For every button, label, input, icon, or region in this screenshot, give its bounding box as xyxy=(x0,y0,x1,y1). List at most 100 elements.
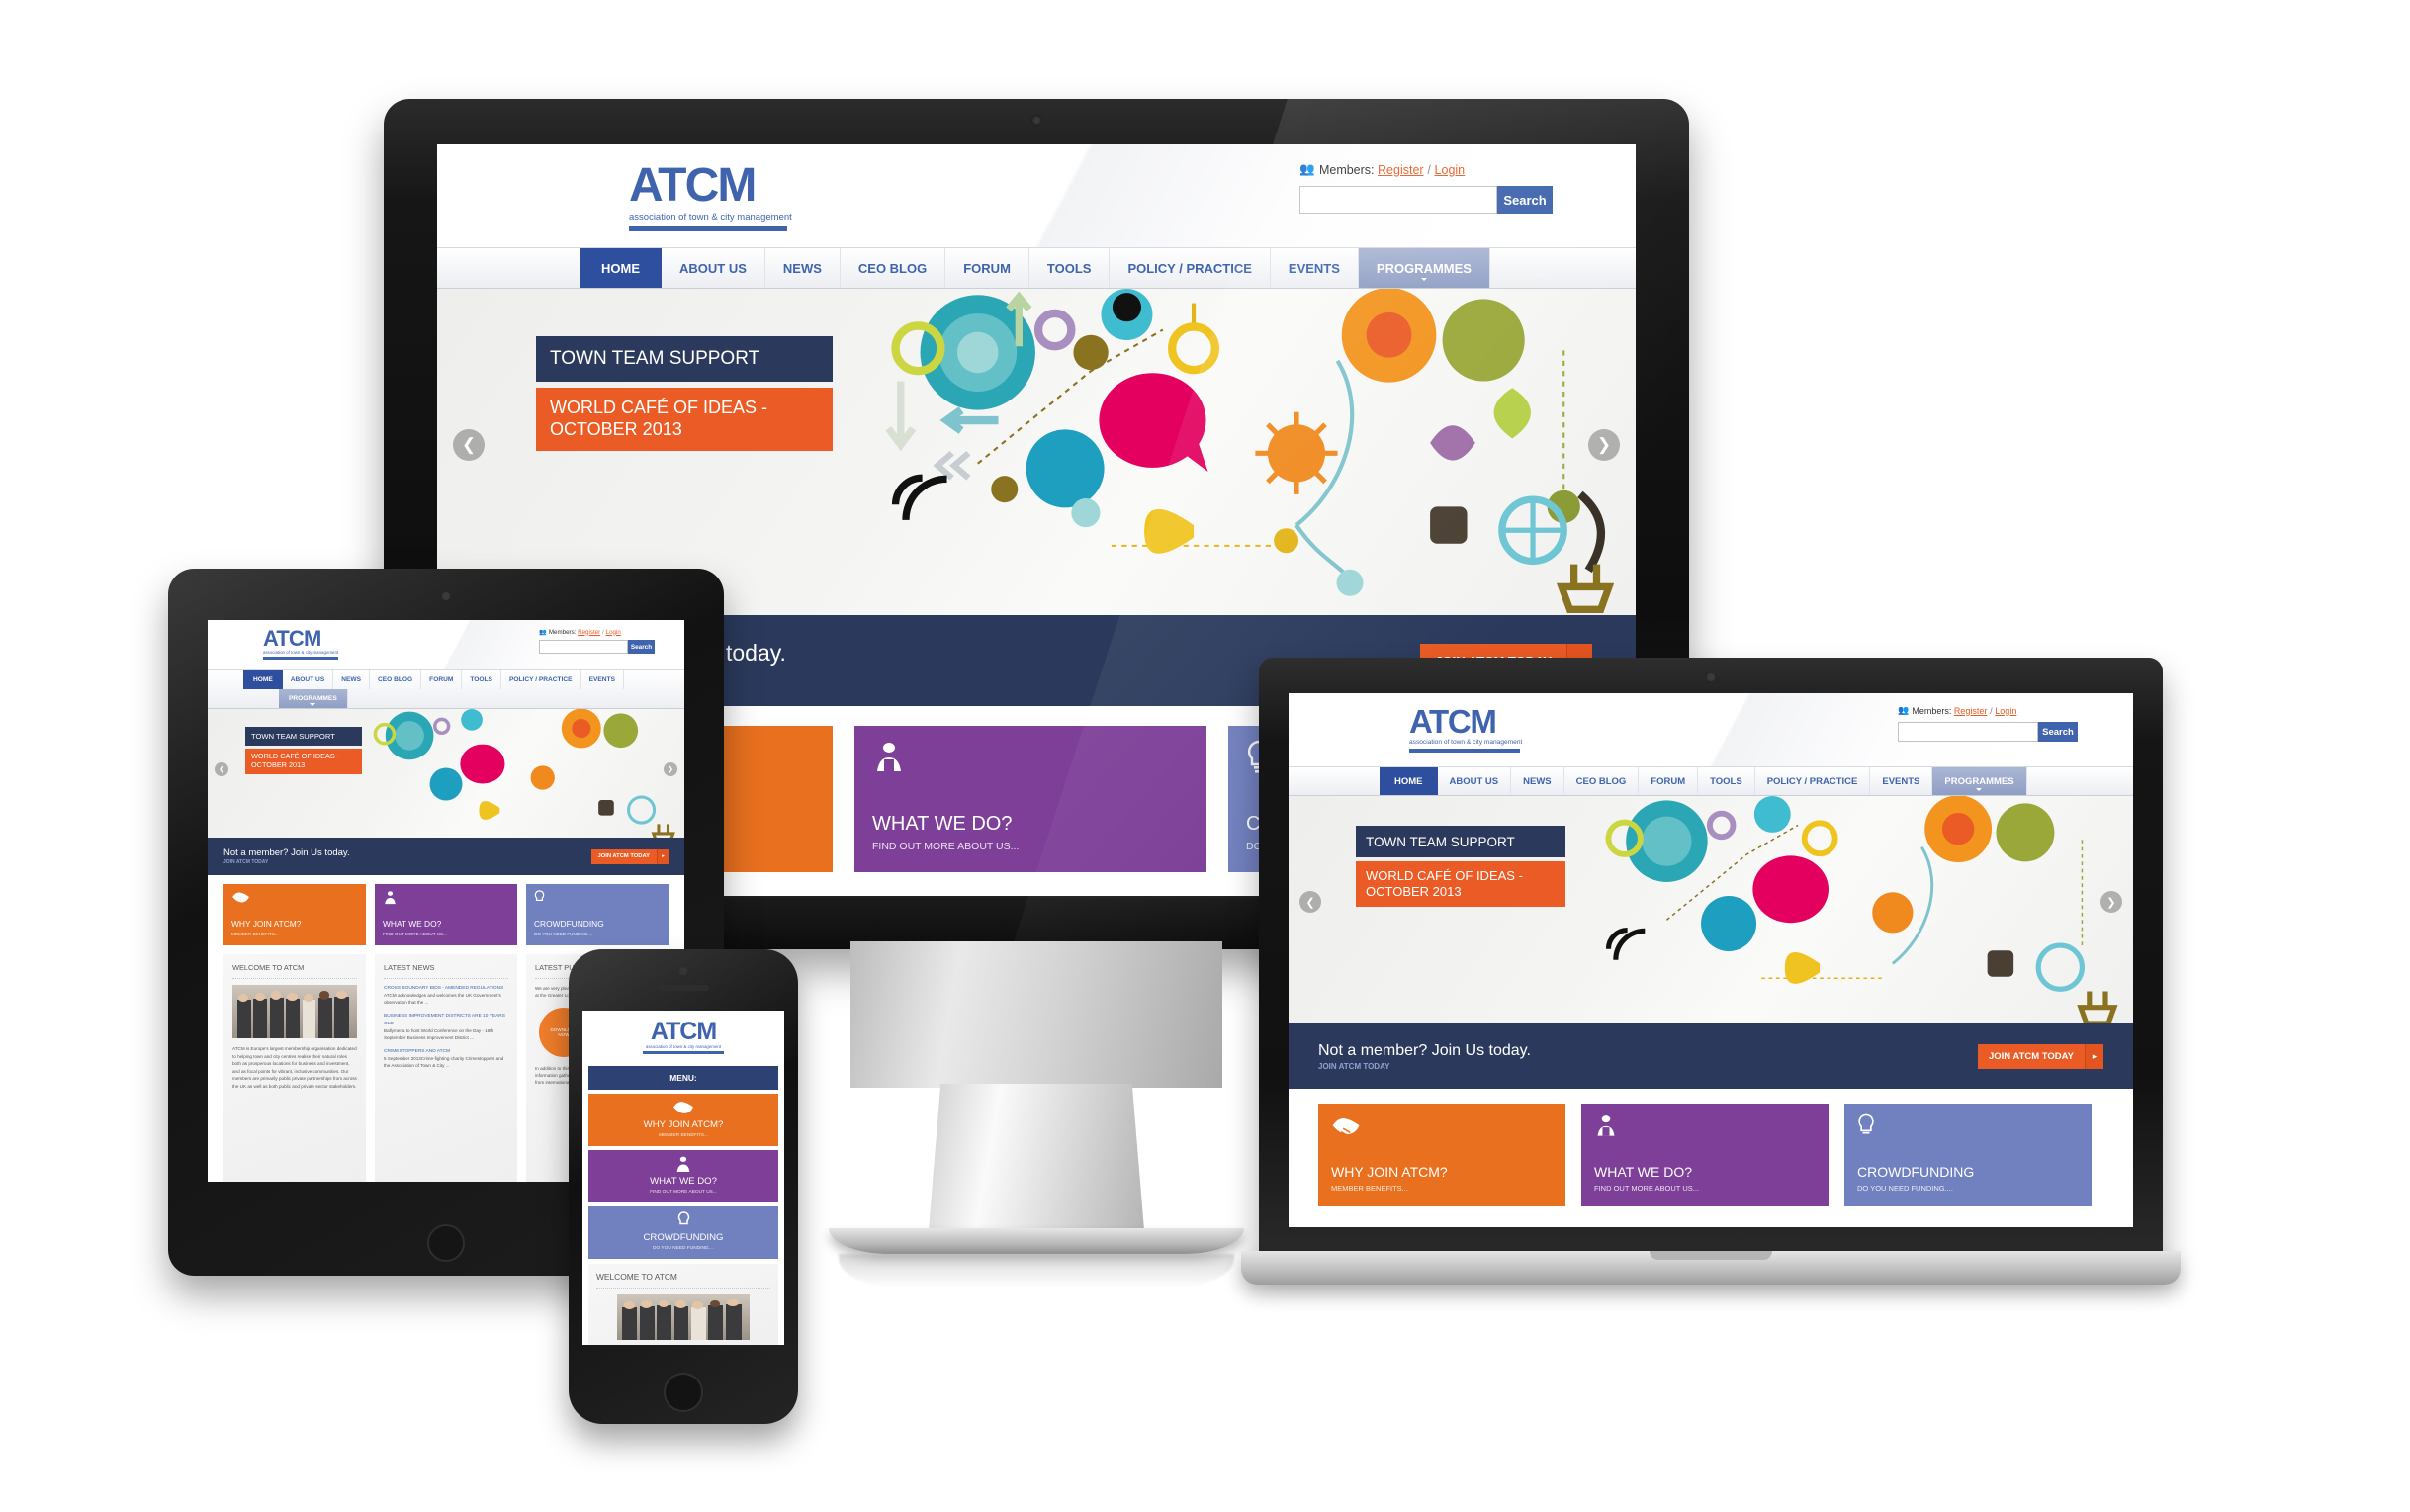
nav-item-events[interactable]: EVENTS xyxy=(1870,767,1933,795)
news-item[interactable]: CROSS BOUNDARY BIDS - AMENDED REGULATION… xyxy=(384,985,508,1006)
nav-item-policy-practice[interactable]: POLICY / PRACTICE xyxy=(1755,767,1871,795)
column-heading: LATEST NEWS xyxy=(384,963,435,972)
nav-item-forum[interactable]: FORUM xyxy=(421,670,463,689)
nav-item-home[interactable]: HOME xyxy=(243,670,283,689)
site-logo[interactable]: ATCM association of town & city manageme… xyxy=(643,1017,724,1054)
hero-next-button[interactable]: ❯ xyxy=(2100,891,2122,913)
card-what-we-do[interactable]: WHAT WE DO? FIND OUT MORE ABOUT US... xyxy=(588,1150,778,1202)
lightbulb-icon xyxy=(534,890,545,902)
tablet-camera-icon xyxy=(442,592,450,600)
search-input[interactable] xyxy=(539,640,628,654)
card-crowdfunding[interactable]: CROWDFUNDING DO YOU NEED FUNDING.... xyxy=(1844,1104,2092,1206)
register-link[interactable]: Register xyxy=(578,629,600,636)
nav-item-programmes[interactable]: PROGRAMMES xyxy=(1932,767,2027,795)
cta-headline: Not a member? Join Us today. xyxy=(223,847,350,858)
imac-stem xyxy=(928,1084,1145,1242)
nav-item-programmes[interactable]: PROGRAMMES xyxy=(1358,248,1490,288)
search-input[interactable] xyxy=(1898,722,2038,742)
site-logo[interactable]: ATCM association of town & city manageme… xyxy=(629,162,792,231)
card-what-we-do[interactable]: WHAT WE DO? FIND OUT MORE ABOUT US... xyxy=(375,884,517,945)
hero-prev-button[interactable]: ❮ xyxy=(453,429,485,461)
nav-item-ceo-blog[interactable]: CEO BLOG xyxy=(370,670,422,689)
hero-band-title: TOWN TEAM SUPPORT xyxy=(245,727,362,746)
news-item-title: BUSINESS IMPROVEMENT DISTRICTS ARE 10 YE… xyxy=(384,1014,505,1026)
search-button[interactable]: Search xyxy=(1497,186,1553,214)
news-item[interactable]: BUSINESS IMPROVEMENT DISTRICTS ARE 10 YE… xyxy=(384,1013,508,1041)
nav-item-news[interactable]: NEWS xyxy=(765,248,841,288)
nav-item-about-us[interactable]: ABOUT US xyxy=(1438,767,1512,795)
search-row: Search xyxy=(539,640,655,654)
main-nav: HOME ABOUT US NEWS CEO BLOG FORUM TOOLS … xyxy=(1289,766,2133,796)
join-atcm-button-label: JOIN ATCM TODAY xyxy=(590,848,657,864)
card-why-join-atcm[interactable]: WHY JOIN ATCM? MEMBER BENEFITS... xyxy=(1318,1104,1565,1206)
login-link[interactable]: Login xyxy=(606,629,621,636)
logo-tagline: association of town & city management xyxy=(629,212,792,222)
nav-item-forum[interactable]: FORUM xyxy=(945,248,1029,288)
nav-item-events[interactable]: EVENTS xyxy=(581,670,624,689)
nav-item-tools[interactable]: TOOLS xyxy=(462,670,501,689)
members-row: 👥 Members: Register / Login xyxy=(1299,162,1553,177)
site-logo[interactable]: ATCM association of town & city manageme… xyxy=(1409,705,1522,753)
nav-item-tools[interactable]: TOOLS xyxy=(1029,248,1111,288)
card-why-join-atcm[interactable]: WHY JOIN ATCM? MEMBER BENEFITS... xyxy=(588,1094,778,1146)
people-icon: 👥 xyxy=(539,629,547,636)
nav-item-events[interactable]: EVENTS xyxy=(1271,248,1359,288)
laptop-screen: ATCM association of town & city manageme… xyxy=(1289,693,2133,1227)
nav-item-news[interactable]: NEWS xyxy=(1511,767,1564,795)
nav-item-forum[interactable]: FORUM xyxy=(1639,767,1699,795)
news-item[interactable]: CRIMESTOPPERS AND ATCM 5 September 2013C… xyxy=(384,1048,508,1069)
hero-artwork xyxy=(885,289,1615,613)
nav-item-news[interactable]: NEWS xyxy=(333,670,370,689)
nav-item-tools[interactable]: TOOLS xyxy=(1698,767,1755,795)
hero-next-button[interactable]: ❯ xyxy=(1588,429,1620,461)
hero-next-button[interactable]: ❯ xyxy=(664,762,677,776)
login-link[interactable]: Login xyxy=(1435,163,1466,177)
login-link[interactable]: Login xyxy=(1995,706,2016,716)
search-row: Search xyxy=(1299,186,1553,214)
card-what-we-do[interactable]: WHAT WE DO? FIND OUT MORE ABOUT US... xyxy=(854,726,1206,872)
hero-prev-button[interactable]: ❮ xyxy=(215,762,228,776)
card-crowdfunding[interactable]: CROWDFUNDING DO YOU NEED FUNDING.... xyxy=(526,884,669,945)
nav-item-ceo-blog[interactable]: CEO BLOG xyxy=(1564,767,1640,795)
mobile-menu-bar[interactable]: MENU: xyxy=(588,1066,778,1090)
imac-camera-icon xyxy=(1030,115,1042,126)
card-what-we-do[interactable]: WHAT WE DO? FIND OUT MORE ABOUT US... xyxy=(1581,1104,1829,1206)
heading-divider xyxy=(596,1288,770,1289)
nav-item-programmes[interactable]: PROGRAMMES xyxy=(279,689,348,708)
main-nav: HOME ABOUT US NEWS CEO BLOG FORUM TOOLS … xyxy=(437,247,1636,289)
chevron-down-icon xyxy=(310,703,316,706)
device-laptop: ATCM association of town & city manageme… xyxy=(1241,658,2181,1310)
site-logo[interactable]: ATCM association of town & city manageme… xyxy=(263,628,338,660)
logo-rule xyxy=(643,1050,724,1054)
card-subtitle: DO YOU NEED FUNDING.... xyxy=(534,932,593,936)
handshake-icon xyxy=(232,892,249,903)
hero-band-title: TOWN TEAM SUPPORT xyxy=(536,336,833,382)
card-crowdfunding[interactable]: CROWDFUNDING DO YOU NEED FUNDING.... xyxy=(588,1206,778,1259)
card-why-join-atcm[interactable]: WHY JOIN ATCM? MEMBER BENEFITS... xyxy=(223,884,366,945)
hero-artwork xyxy=(373,709,675,838)
news-item-body: ATCM acknowledges and welcomes the UK Go… xyxy=(384,993,501,1006)
nav-item-about-us[interactable]: ABOUT US xyxy=(283,670,334,689)
register-link[interactable]: Register xyxy=(1378,163,1424,177)
nav-spacer-2 xyxy=(348,689,684,708)
nav-item-home[interactable]: HOME xyxy=(1380,767,1438,795)
logo-mark: ATCM xyxy=(650,1017,717,1045)
register-link[interactable]: Register xyxy=(1954,706,1988,716)
logo-rule xyxy=(263,657,338,660)
logo-rule xyxy=(1409,749,1520,753)
join-atcm-button[interactable]: JOIN ATCM TODAY ▸ xyxy=(1977,1043,2103,1069)
search-button[interactable]: Search xyxy=(628,640,655,654)
nav-item-about-us[interactable]: ABOUT US xyxy=(662,248,765,288)
nav-item-ceo-blog[interactable]: CEO BLOG xyxy=(841,248,946,288)
search-input[interactable] xyxy=(1299,186,1497,214)
nav-item-home[interactable]: HOME xyxy=(580,248,662,288)
feature-cards: WHY JOIN ATCM? MEMBER BENEFITS... WHAT W… xyxy=(208,875,684,945)
tablet-home-button[interactable] xyxy=(427,1224,465,1262)
nav-item-policy-practice[interactable]: POLICY / PRACTICE xyxy=(501,670,581,689)
join-atcm-button[interactable]: JOIN ATCM TODAY ▸ xyxy=(590,848,669,864)
search-button[interactable]: Search xyxy=(2038,722,2078,742)
nav-item-policy-practice[interactable]: POLICY / PRACTICE xyxy=(1110,248,1271,288)
phone-home-button[interactable] xyxy=(664,1373,703,1412)
hero-prev-button[interactable]: ❮ xyxy=(1299,891,1321,913)
